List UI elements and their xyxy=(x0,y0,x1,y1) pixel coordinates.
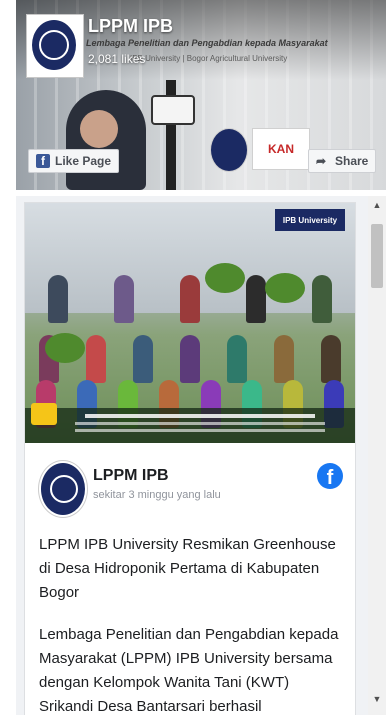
hydroponic-plant xyxy=(45,333,85,363)
post-card[interactable]: IPB University LPPM IPB sekitar 3 minggu… xyxy=(24,202,356,715)
scroll-down-arrow-icon[interactable]: ▼ xyxy=(368,690,386,708)
like-page-label: Like Page xyxy=(55,154,112,168)
facebook-page-plugin: Lembaga Penelitian dan Pengabdian kepada… xyxy=(16,0,386,715)
kan-badge-text: KAN xyxy=(268,142,294,156)
share-label: Share xyxy=(335,154,369,168)
scroll-up-arrow-icon[interactable]: ▲ xyxy=(368,196,386,214)
ipb-logo-icon xyxy=(32,20,76,70)
scroll-thumb[interactable] xyxy=(371,224,383,288)
banner-subtitle: Lembaga Penelitian dan Pengabdian kepada… xyxy=(86,38,328,48)
post-timestamp[interactable]: sekitar 3 minggu yang lalu xyxy=(93,489,221,501)
cover-photo[interactable]: Lembaga Penelitian dan Pengabdian kepada… xyxy=(16,0,386,190)
ipb-seal-badge xyxy=(210,128,248,172)
likes-count: 2,081 likes xyxy=(88,52,146,66)
kwt-logo xyxy=(31,403,57,425)
facebook-f-icon: f xyxy=(36,154,50,168)
microscope-head xyxy=(151,95,195,125)
share-arrow-icon: ➦ xyxy=(316,154,327,168)
people-row-top xyxy=(25,263,355,323)
timeline-feed[interactable]: IPB University LPPM IPB sekitar 3 minggu… xyxy=(16,196,368,715)
post-photo[interactable]: IPB University xyxy=(25,203,355,443)
post-header: LPPM IPB sekitar 3 minggu yang lalu f xyxy=(25,443,355,523)
hydroponic-plant xyxy=(265,273,305,303)
vertical-scrollbar[interactable]: ▲ ▼ xyxy=(368,196,386,715)
kan-badge: KAN xyxy=(252,128,310,170)
page-avatar[interactable] xyxy=(26,14,84,78)
like-page-button[interactable]: f Like Page xyxy=(28,149,120,173)
cover-person xyxy=(66,90,146,190)
page-name[interactable]: LPPM IPB xyxy=(88,16,173,37)
post-body: Lembaga Penelitian dan Pengabdian kepada… xyxy=(39,626,339,715)
post-title[interactable]: LPPM IPB University Resmikan Greenhouse … xyxy=(39,533,339,605)
facebook-logo-icon[interactable]: f xyxy=(317,463,343,489)
banner-subtitle-2: IPB University | Bogor Agricultural Univ… xyxy=(130,54,288,63)
share-button[interactable]: ➦ Share xyxy=(308,149,377,173)
photo-ipb-tag: IPB University xyxy=(275,209,345,231)
post-author[interactable]: LPPM IPB xyxy=(93,467,169,485)
author-avatar[interactable] xyxy=(39,461,87,517)
photo-caption-bar xyxy=(25,408,355,443)
hydroponic-plant xyxy=(205,263,245,293)
